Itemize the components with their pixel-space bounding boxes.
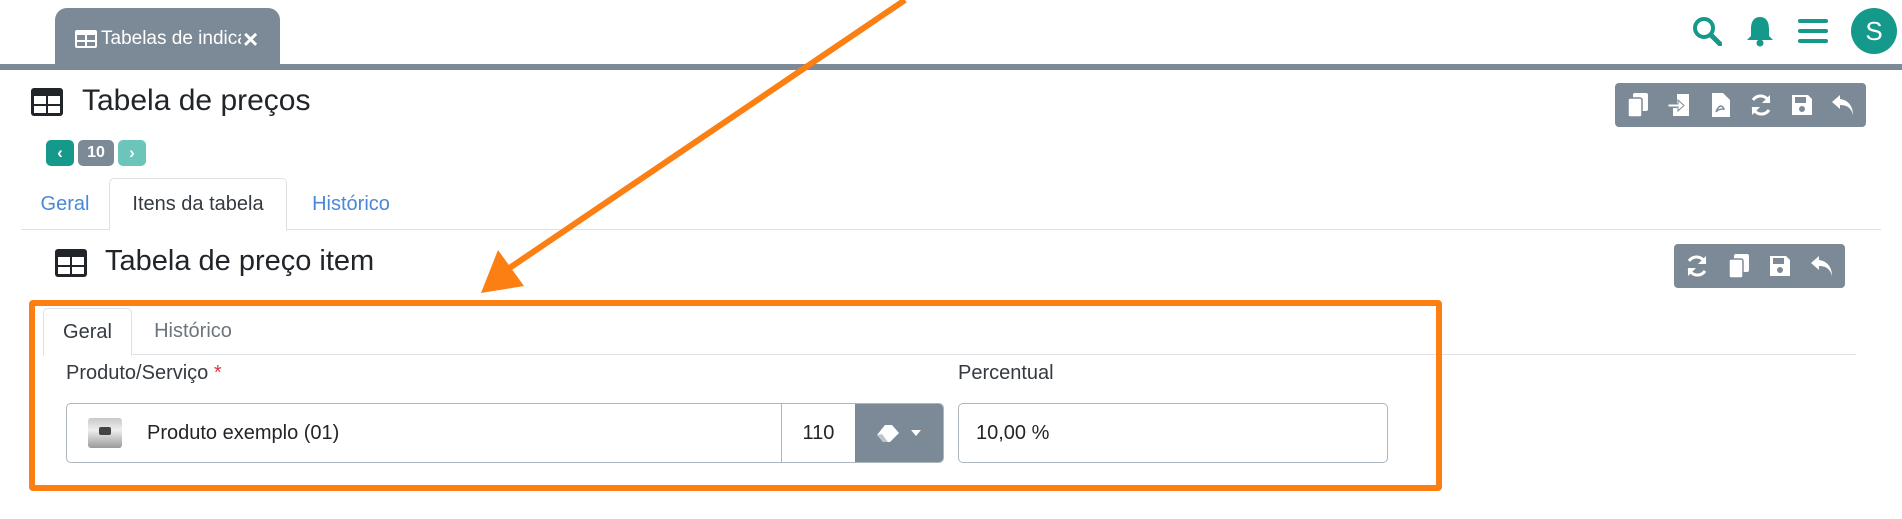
close-icon[interactable]: × [243, 26, 258, 52]
refresh-icon[interactable] [1747, 90, 1776, 120]
menu-icon[interactable] [1796, 14, 1830, 48]
annotation-highlight-box [29, 300, 1442, 491]
search-icon[interactable] [1690, 14, 1724, 48]
pdf-icon[interactable] [1705, 90, 1734, 120]
tab-historico[interactable]: Histórico [287, 178, 415, 230]
next-record-button[interactable]: › [118, 140, 146, 166]
page-tabs: Geral Itens da tabela Histórico [21, 178, 1881, 231]
page-toolbar [1615, 83, 1866, 127]
previous-record-button[interactable]: ‹ [46, 140, 74, 166]
table-icon [75, 30, 97, 48]
table-icon [55, 249, 87, 277]
copy-icon[interactable] [1623, 90, 1652, 120]
copy-icon[interactable] [1724, 251, 1754, 281]
import-icon[interactable] [1664, 90, 1693, 120]
document-tab-label: Tabelas de indicadores [101, 28, 241, 49]
document-tab[interactable]: Tabelas de indicadores × [55, 8, 280, 70]
tab-geral[interactable]: Geral [21, 178, 109, 230]
item-toolbar [1674, 244, 1845, 288]
bell-icon[interactable] [1743, 14, 1777, 48]
top-divider [0, 64, 1902, 70]
record-pager: ‹ 10 › [46, 140, 146, 166]
section-title: Tabela de preço item [105, 245, 375, 277]
table-icon [31, 88, 63, 116]
save-icon[interactable] [1766, 251, 1796, 281]
avatar[interactable]: S [1851, 8, 1897, 54]
tab-itens-da-tabela[interactable]: Itens da tabela [109, 178, 287, 231]
undo-icon[interactable] [1807, 251, 1837, 281]
undo-icon[interactable] [1829, 90, 1858, 120]
record-number: 10 [78, 140, 114, 166]
page-title: Tabela de preços [82, 84, 311, 117]
app-window: Tabelas de indicadores × S Tabela de pre… [0, 0, 1902, 519]
top-bar: Tabelas de indicadores × S [0, 0, 1902, 70]
refresh-icon[interactable] [1682, 251, 1712, 281]
save-icon[interactable] [1788, 90, 1817, 120]
